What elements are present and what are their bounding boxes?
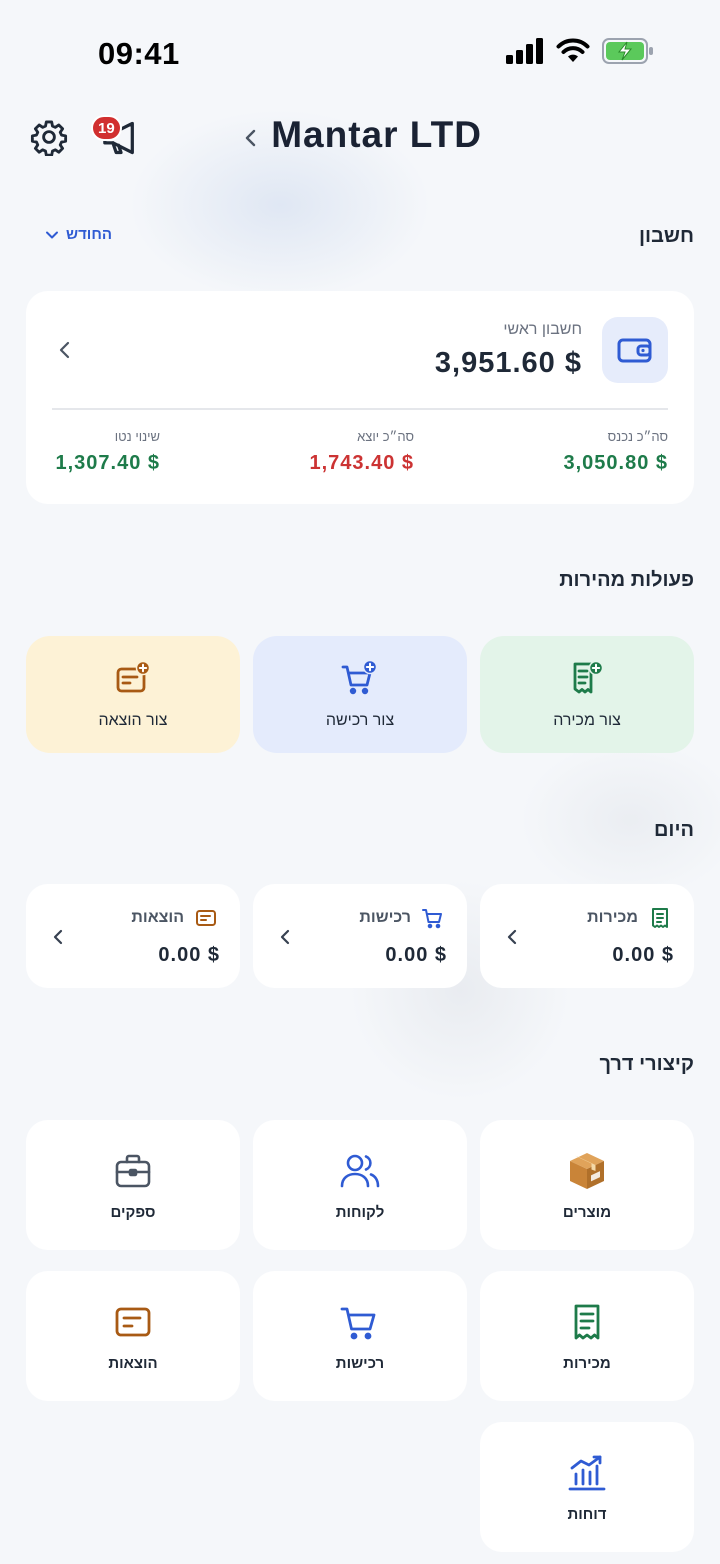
shortcuts-section-title: קיצורי דרך <box>599 1053 694 1075</box>
today-expenses-value: 0.00 $ <box>158 944 220 966</box>
shortcut-suppliers-label: ספקים <box>110 1204 156 1221</box>
shortcut-products[interactable]: מוצרים <box>480 1120 694 1250</box>
create-sale-label: צור מכירה <box>553 712 621 729</box>
main-account-card[interactable]: חשבון ראשי 3,951.60 $ סה״כ נכנס 3,050.80… <box>26 291 694 504</box>
battery-charging-icon <box>602 38 653 64</box>
today-purchases-label: רכישות <box>359 909 411 926</box>
wallet-icon <box>617 338 652 363</box>
income-stat: סה״כ נכנס 3,050.80 $ <box>563 429 668 475</box>
outgoing-value: 1,743.40 $ <box>309 452 414 474</box>
status-bar: 09:41 <box>0 0 720 100</box>
net-change-stat: שינוי נטו 1,307.40 $ <box>55 429 160 475</box>
period-selector-label: החודש <box>66 226 112 243</box>
business-name-title[interactable]: Mantar LTD <box>271 114 482 156</box>
wifi-icon <box>556 38 590 62</box>
net-change-value: 1,307.40 $ <box>55 452 160 474</box>
today-sales-label: מכירות <box>587 909 638 926</box>
expense-card-icon <box>115 1307 151 1337</box>
expense-card-plus-icon <box>116 660 151 693</box>
wallet-icon-box <box>602 317 668 383</box>
shortcut-expenses[interactable]: הוצאות <box>26 1271 240 1401</box>
account-section-title: חשבון <box>639 225 694 247</box>
today-expenses-card[interactable]: הוצאות 0.00 $ <box>26 884 240 988</box>
status-icons <box>506 38 654 64</box>
today-sales-value: 0.00 $ <box>612 944 674 966</box>
chevron-down-icon <box>46 231 58 238</box>
shortcut-suppliers[interactable]: ספקים <box>26 1120 240 1250</box>
package-box-icon <box>570 1153 604 1189</box>
today-purchases-value: 0.00 $ <box>385 944 447 966</box>
cart-icon <box>422 909 442 929</box>
chevron-left-icon <box>53 929 63 945</box>
income-label: סה״כ נכנס <box>607 429 668 444</box>
shortcut-reports[interactable]: דוחות <box>480 1422 694 1552</box>
shortcut-sales[interactable]: מכירות <box>480 1271 694 1401</box>
receipt-icon <box>574 1304 600 1340</box>
net-change-label: שינוי נטו <box>114 429 160 444</box>
expense-card-icon <box>196 910 216 926</box>
account-name: חשבון ראשי <box>503 321 582 338</box>
create-purchase-label: צור רכישה <box>325 712 395 729</box>
create-sale-button[interactable]: צור מכירה <box>480 636 694 753</box>
notification-badge[interactable]: 19 <box>91 115 122 141</box>
chevron-left-icon <box>507 929 517 945</box>
shortcut-products-label: מוצרים <box>562 1204 612 1221</box>
briefcase-icon <box>115 1154 151 1188</box>
outgoing-label: סה״כ יוצא <box>357 429 414 444</box>
shortcut-customers-label: לקוחות <box>335 1204 385 1221</box>
cellular-signal-icon <box>506 38 543 64</box>
today-expenses-label: הוצאות <box>131 909 184 926</box>
status-time: 09:41 <box>98 36 180 71</box>
period-selector[interactable]: החודש <box>44 226 112 243</box>
settings-gear-icon[interactable] <box>30 118 68 156</box>
users-icon <box>340 1154 380 1188</box>
create-expense-label: צור הוצאה <box>98 712 168 729</box>
receipt-icon <box>652 908 668 928</box>
receipt-plus-icon <box>573 660 604 694</box>
shortcut-expenses-label: הוצאות <box>108 1355 158 1372</box>
income-value: 3,050.80 $ <box>563 452 668 474</box>
chevron-left-icon <box>280 929 290 945</box>
quick-actions-section-title: פעולות מהירות <box>559 569 694 591</box>
today-sales-card[interactable]: מכירות 0.00 $ <box>480 884 694 988</box>
bar-chart-trend-icon <box>568 1455 606 1491</box>
account-balance: 3,951.60 $ <box>434 347 582 379</box>
divider <box>52 408 668 410</box>
chevron-left-icon[interactable] <box>240 124 262 152</box>
shortcut-reports-label: דוחות <box>567 1506 607 1523</box>
shortcut-purchases-label: רכישות <box>335 1355 385 1372</box>
app-header: 19 Mantar LTD <box>0 100 720 180</box>
create-purchase-button[interactable]: צור רכישה <box>253 636 467 753</box>
shortcut-purchases[interactable]: רכישות <box>253 1271 467 1401</box>
today-purchases-card[interactable]: רכישות 0.00 $ <box>253 884 467 988</box>
cart-icon <box>340 1307 376 1340</box>
chevron-left-icon[interactable] <box>56 337 74 363</box>
shortcut-customers[interactable]: לקוחות <box>253 1120 467 1250</box>
shortcut-sales-label: מכירות <box>563 1355 611 1372</box>
outgoing-stat: סה״כ יוצא 1,743.40 $ <box>309 429 414 475</box>
today-section-title: היום <box>654 819 694 841</box>
cart-plus-icon <box>341 659 378 695</box>
create-expense-button[interactable]: צור הוצאה <box>26 636 240 753</box>
